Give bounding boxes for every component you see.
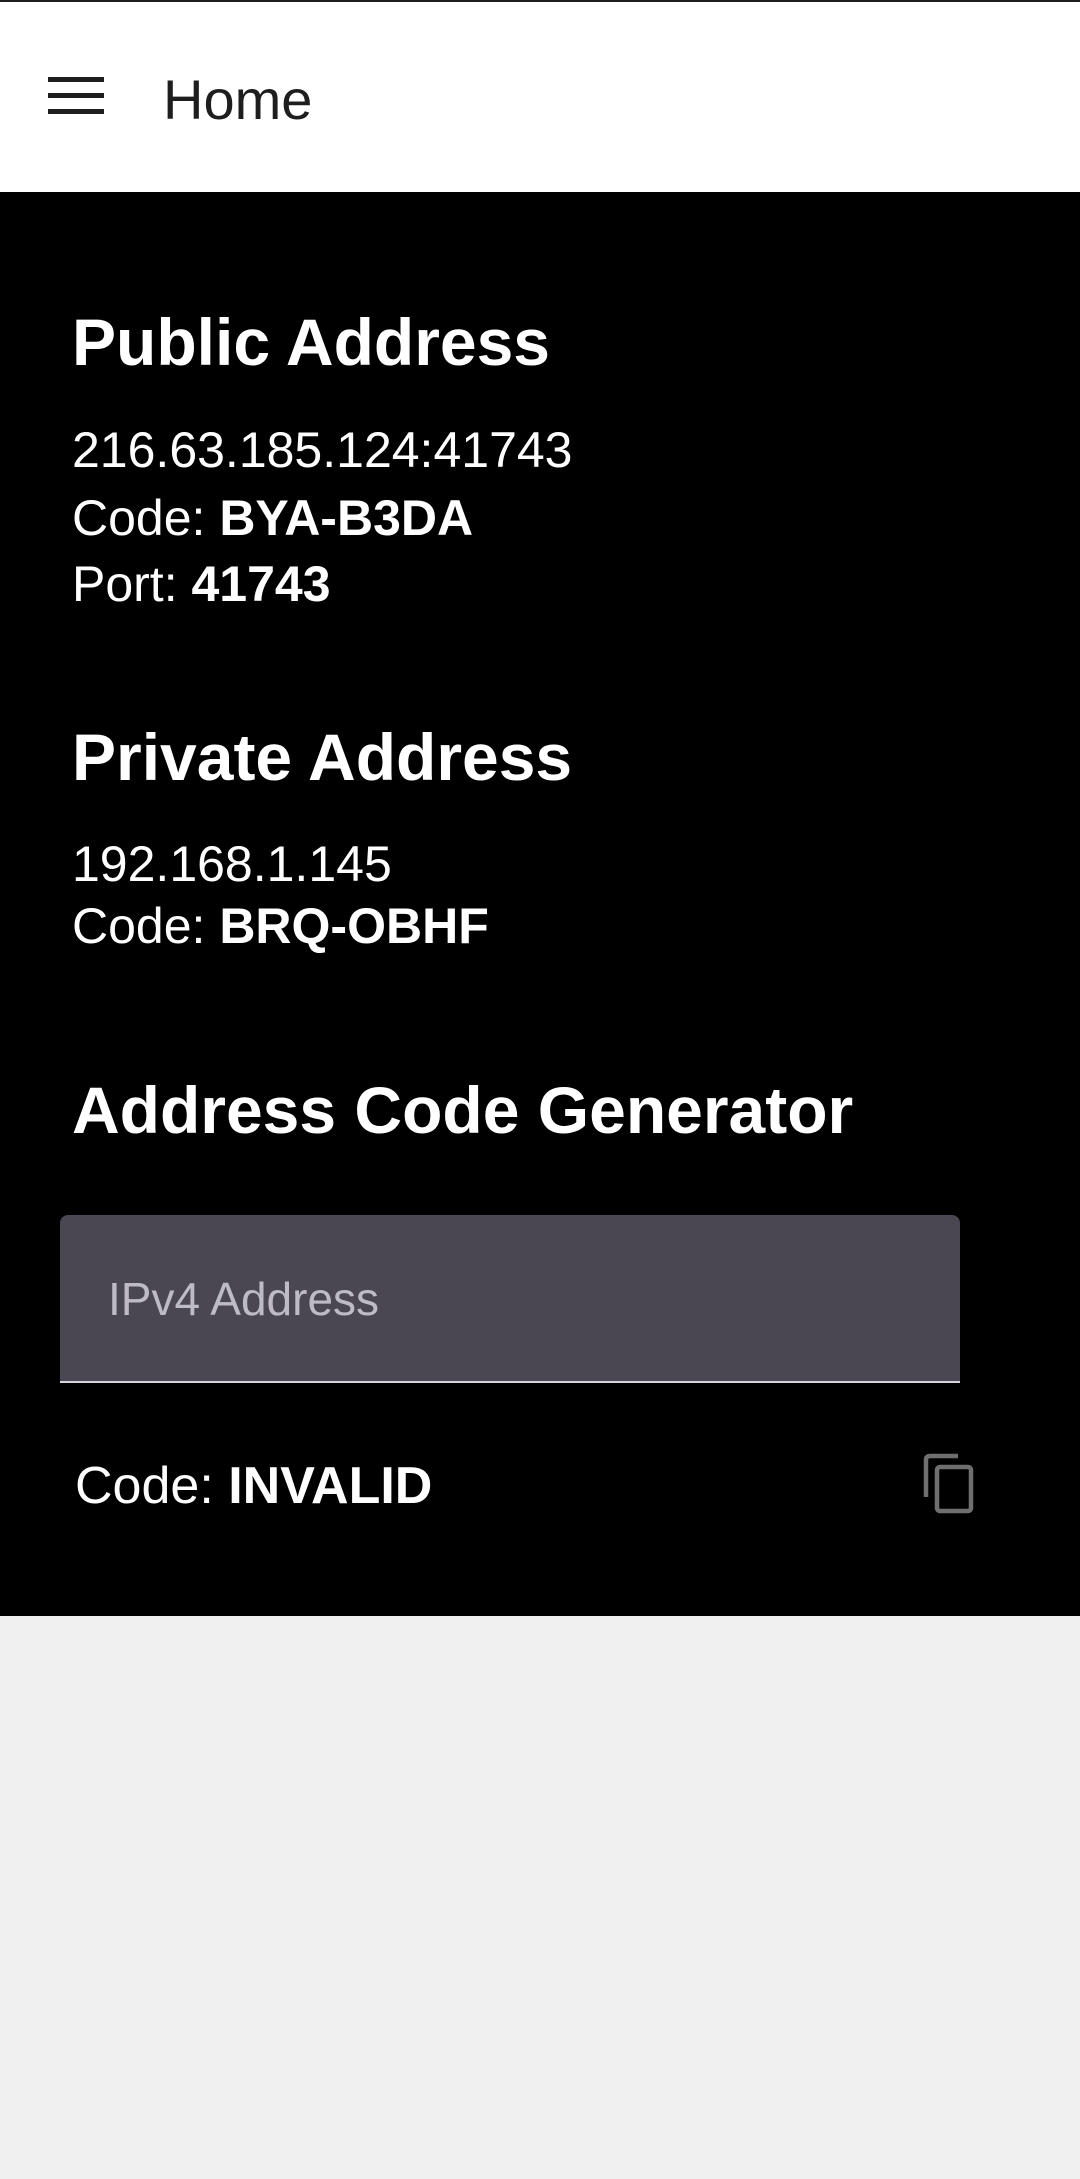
generated-code-label: Code: xyxy=(75,1457,229,1515)
public-port-label: Port: xyxy=(72,556,192,612)
copy-icon xyxy=(923,1453,974,1514)
generator-heading: Address Code Generator xyxy=(72,1073,854,1147)
empty-area xyxy=(0,1616,1080,2179)
app-bar: Home xyxy=(0,0,1080,192)
public-address-value: 216.63.185.124:41743 xyxy=(72,422,573,478)
ipv4-address-input[interactable] xyxy=(108,1267,908,1331)
public-address-heading: Public Address xyxy=(72,305,551,379)
main-content: Public Address 216.63.185.124:41743 Code… xyxy=(0,192,1080,1616)
public-port-line: Port: 41743 xyxy=(72,553,331,615)
public-code-line: Code: BYA-B3DA xyxy=(72,487,473,549)
generated-code-value: INVALID xyxy=(228,1457,433,1515)
ipv4-address-field[interactable] xyxy=(60,1215,960,1383)
generated-code-line: Code: INVALID xyxy=(75,1454,432,1518)
private-code-line: Code: BRQ-OBHF xyxy=(72,895,489,957)
public-code-value: BYA-B3DA xyxy=(219,490,474,546)
private-code-label: Code: xyxy=(72,898,220,954)
hamburger-menu-icon xyxy=(48,77,104,114)
menu-button[interactable] xyxy=(28,48,124,144)
private-address-value: 192.168.1.145 xyxy=(72,836,392,892)
page-title: Home xyxy=(163,68,313,131)
private-code-value: BRQ-OBHF xyxy=(219,898,489,954)
copy-code-button[interactable] xyxy=(900,1436,996,1532)
public-code-label: Code: xyxy=(72,490,220,546)
public-port-value: 41743 xyxy=(191,556,331,612)
private-address-heading: Private Address xyxy=(72,720,573,794)
